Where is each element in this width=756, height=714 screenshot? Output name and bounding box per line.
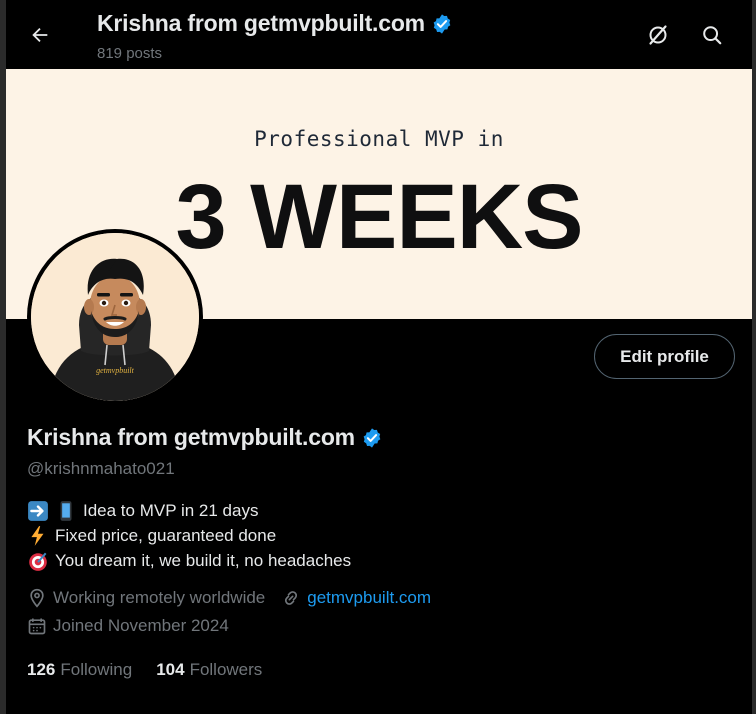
profile-page: Krishna from getmvpbuilt.com 819 posts P…	[6, 0, 752, 714]
bio-line: Fixed price, guaranteed done	[27, 523, 351, 548]
profile-handle: @krishnmahato021	[27, 459, 175, 478]
header-title: Krishna from getmvpbuilt.com	[97, 10, 453, 37]
grok-button[interactable]	[640, 17, 676, 53]
search-button[interactable]	[694, 17, 730, 53]
avatar-image: getmvpbuilt	[31, 233, 199, 401]
bio-text: You dream it, we build it, no headaches	[55, 551, 352, 570]
profile-bio: Idea to MVP in 21 days Fixed price, guar…	[27, 498, 351, 573]
joined-text: Joined November 2024	[53, 616, 229, 635]
following-label: Following	[60, 660, 133, 679]
profile-meta: Working remotely worldwide getmvpbuilt.c…	[27, 588, 431, 608]
mobile-phone-icon	[60, 500, 72, 521]
followers-count: 104	[156, 660, 185, 679]
bio-line: Idea to MVP in 21 days	[27, 498, 351, 523]
website: getmvpbuilt.com	[281, 588, 431, 608]
avatar-illustration: getmvpbuilt	[31, 233, 199, 401]
link-icon	[285, 591, 298, 605]
avatar[interactable]: getmvpbuilt	[27, 229, 203, 405]
verified-badge-icon[interactable]	[361, 427, 383, 449]
website-link[interactable]: getmvpbuilt.com	[307, 588, 431, 608]
profile-name: Krishna from getmvpbuilt.com	[27, 424, 355, 450]
bio-line: You dream it, we build it, no headaches	[27, 548, 351, 573]
right-arrow-icon	[28, 500, 48, 521]
profile-name-row: Krishna from getmvpbuilt.com	[27, 424, 383, 451]
slash-circle-icon	[649, 25, 667, 45]
following-count: 126	[27, 660, 56, 679]
top-bar: Krishna from getmvpbuilt.com 819 posts	[6, 0, 752, 69]
search-icon	[703, 26, 722, 45]
edit-profile-button[interactable]: Edit profile	[594, 334, 735, 379]
calendar-icon	[28, 618, 46, 635]
hoodie-logo: getmvpbuilt	[96, 366, 135, 375]
bio-text: Fixed price, guaranteed done	[55, 526, 277, 545]
header-name: Krishna from getmvpbuilt.com	[97, 10, 425, 36]
target-icon	[29, 552, 47, 571]
arrow-left-icon	[32, 27, 48, 43]
follow-counts: 126 Following 104 Followers	[27, 660, 262, 680]
location: Working remotely worldwide	[27, 588, 265, 608]
bio-text: Idea to MVP in 21 days	[83, 501, 259, 520]
following-link[interactable]: 126 Following	[27, 660, 132, 680]
profile-joined: Joined November 2024	[27, 616, 229, 636]
location-pin-icon	[30, 588, 44, 608]
banner-subtitle: Professional MVP in	[254, 127, 504, 151]
back-button[interactable]	[22, 17, 58, 53]
location-text: Working remotely worldwide	[53, 588, 266, 607]
lightning-icon	[31, 525, 44, 546]
joined: Joined November 2024	[27, 616, 229, 636]
followers-link[interactable]: 104 Followers	[156, 660, 262, 680]
verified-badge-icon	[433, 13, 451, 34]
post-count: 819 posts	[97, 45, 163, 62]
followers-label: Followers	[189, 660, 263, 679]
